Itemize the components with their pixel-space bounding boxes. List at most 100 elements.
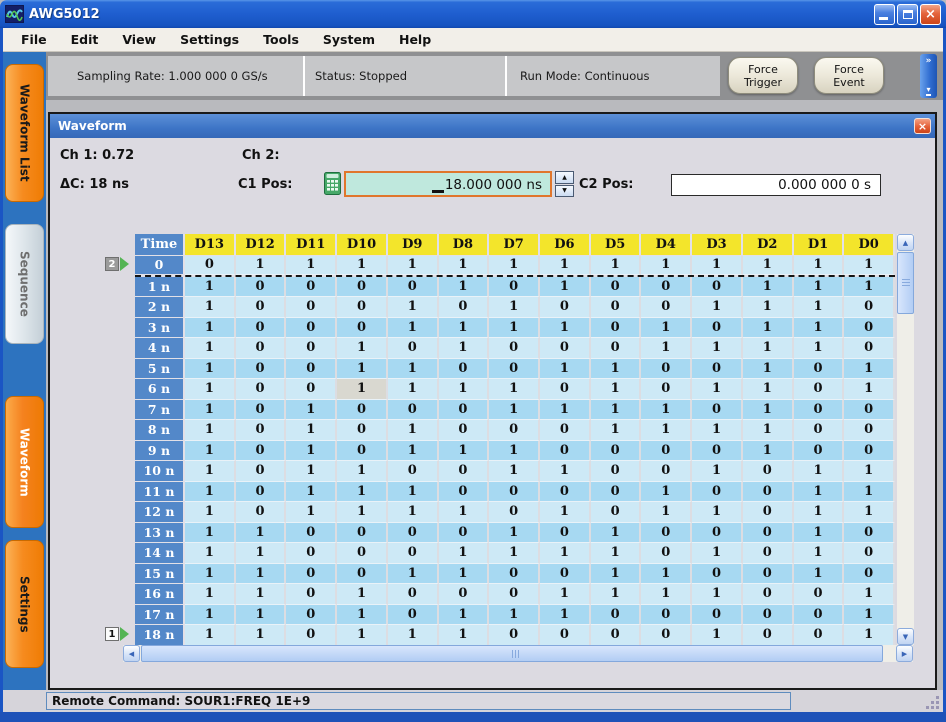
bit-cell-d13[interactable]: 1 [185, 564, 236, 585]
bit-cell-d9[interactable]: 0 [388, 605, 439, 626]
bit-cell-d4[interactable]: 1 [641, 256, 692, 275]
scroll-right-button[interactable]: ▶ [896, 645, 913, 662]
bit-cell-d11[interactable]: 0 [286, 338, 337, 359]
bit-cell-d9[interactable]: 1 [388, 502, 439, 523]
bit-cell-d6[interactable]: 0 [540, 297, 591, 318]
resize-grip[interactable] [925, 695, 939, 709]
bit-cell-d11[interactable]: 0 [286, 543, 337, 564]
bit-cell-d5[interactable]: 0 [591, 441, 642, 462]
bit-cell-d1[interactable]: 1 [794, 482, 845, 503]
bit-cell-d2[interactable]: 1 [743, 441, 794, 462]
bit-cell-d12[interactable]: 0 [236, 400, 287, 421]
bit-cell-d12[interactable]: 1 [236, 625, 287, 646]
bit-cell-d3[interactable]: 1 [692, 543, 743, 564]
bit-cell-d10[interactable]: 0 [337, 441, 388, 462]
bit-cell-d1[interactable]: 0 [794, 400, 845, 421]
scroll-left-button[interactable]: ◀ [123, 645, 140, 662]
bit-cell-d3[interactable]: 1 [692, 502, 743, 523]
force-trigger-button[interactable]: Force Trigger [728, 57, 798, 94]
bit-cell-d1[interactable]: 1 [794, 338, 845, 359]
bit-cell-d5[interactable]: 1 [591, 359, 642, 380]
bit-cell-d10[interactable]: 1 [337, 625, 388, 646]
bit-cell-d8[interactable]: 1 [439, 543, 490, 564]
bit-cell-d12[interactable]: 0 [236, 297, 287, 318]
bit-cell-d5[interactable]: 0 [591, 625, 642, 646]
bit-cell-d9[interactable]: 0 [388, 277, 439, 298]
bit-cell-d2[interactable]: 0 [743, 482, 794, 503]
bit-cell-d8[interactable]: 0 [439, 400, 490, 421]
spin-up-button[interactable]: ▲ [555, 171, 574, 184]
bit-cell-d12[interactable]: 1 [236, 584, 287, 605]
bit-cell-d5[interactable]: 1 [591, 400, 642, 421]
bit-cell-d8[interactable]: 0 [439, 297, 490, 318]
bit-cell-d2[interactable]: 1 [743, 420, 794, 441]
bit-cell-d13[interactable]: 1 [185, 277, 236, 298]
bit-cell-d0[interactable]: 1 [844, 605, 895, 626]
bit-cell-d13[interactable]: 1 [185, 359, 236, 380]
bit-cell-d8[interactable]: 1 [439, 379, 490, 400]
bit-cell-d8[interactable]: 1 [439, 625, 490, 646]
bit-cell-d12[interactable]: 0 [236, 318, 287, 339]
bit-cell-d10[interactable]: 1 [337, 502, 388, 523]
bit-cell-d0[interactable]: 0 [844, 564, 895, 585]
bit-cell-d5[interactable]: 0 [591, 297, 642, 318]
row-time-label[interactable]: 12 n [135, 502, 185, 523]
bit-cell-d11[interactable]: 0 [286, 625, 337, 646]
bit-cell-d4[interactable]: 1 [641, 318, 692, 339]
bit-cell-d3[interactable]: 1 [692, 461, 743, 482]
row-time-label[interactable]: 15 n [135, 564, 185, 585]
bit-cell-d7[interactable]: 1 [489, 523, 540, 544]
bit-cell-d3[interactable]: 1 [692, 625, 743, 646]
bit-cell-d7[interactable]: 1 [489, 441, 540, 462]
bit-cell-d0[interactable]: 0 [844, 400, 895, 421]
bit-cell-d1[interactable]: 1 [794, 543, 845, 564]
bit-cell-d10[interactable]: 0 [337, 420, 388, 441]
bit-cell-d8[interactable]: 1 [439, 256, 490, 275]
bit-cell-d5[interactable]: 0 [591, 318, 642, 339]
bit-cell-d10[interactable]: 0 [337, 543, 388, 564]
bit-cell-d7[interactable]: 0 [489, 420, 540, 441]
bit-cell-d3[interactable]: 1 [692, 297, 743, 318]
bit-cell-d8[interactable]: 1 [439, 441, 490, 462]
bit-cell-d10[interactable]: 1 [337, 359, 388, 380]
bit-cell-d6[interactable]: 0 [540, 625, 591, 646]
bit-cell-d9[interactable]: 1 [388, 625, 439, 646]
bit-cell-d6[interactable]: 0 [540, 338, 591, 359]
bit-cell-d4[interactable]: 1 [641, 584, 692, 605]
bit-cell-d13[interactable]: 1 [185, 379, 236, 400]
bit-cell-d1[interactable]: 1 [794, 318, 845, 339]
bit-cell-d11[interactable]: 0 [286, 564, 337, 585]
bit-cell-d5[interactable]: 0 [591, 502, 642, 523]
bit-cell-d13[interactable]: 0 [185, 256, 236, 275]
row-time-label[interactable]: 5 n [135, 359, 185, 380]
bit-cell-d1[interactable]: 0 [794, 420, 845, 441]
bit-cell-d0[interactable]: 0 [844, 543, 895, 564]
vertical-scroll-thumb[interactable] [897, 252, 914, 314]
bit-cell-d3[interactable]: 0 [692, 441, 743, 462]
bit-cell-d13[interactable]: 1 [185, 461, 236, 482]
row-time-label[interactable]: 18 n [135, 625, 185, 646]
bit-cell-d11[interactable]: 0 [286, 523, 337, 544]
bit-cell-d6[interactable]: 0 [540, 441, 591, 462]
bit-cell-d5[interactable]: 1 [591, 523, 642, 544]
bit-cell-d11[interactable]: 1 [286, 400, 337, 421]
bit-cell-d10[interactable]: 0 [337, 297, 388, 318]
bit-cell-d4[interactable]: 1 [641, 400, 692, 421]
minimize-button[interactable] [874, 4, 895, 25]
bit-cell-d8[interactable]: 0 [439, 523, 490, 544]
bit-cell-d5[interactable]: 0 [591, 482, 642, 503]
horizontal-scroll-thumb[interactable] [141, 645, 883, 662]
row-time-label[interactable]: 8 n [135, 420, 185, 441]
toolbar-overflow-handle[interactable]: » ▾ [920, 54, 937, 98]
bit-cell-d8[interactable]: 0 [439, 359, 490, 380]
bit-cell-d1[interactable]: 0 [794, 584, 845, 605]
bit-cell-d8[interactable]: 1 [439, 502, 490, 523]
bit-cell-d13[interactable]: 1 [185, 605, 236, 626]
bit-cell-d9[interactable]: 1 [388, 564, 439, 585]
force-event-button[interactable]: Force Event [814, 57, 884, 94]
bit-cell-d12[interactable]: 0 [236, 441, 287, 462]
bit-cell-d0[interactable]: 1 [844, 256, 895, 275]
bit-cell-d10[interactable]: 0 [337, 564, 388, 585]
menu-item-settings[interactable]: Settings [168, 29, 251, 51]
bit-cell-d0[interactable]: 1 [844, 625, 895, 646]
